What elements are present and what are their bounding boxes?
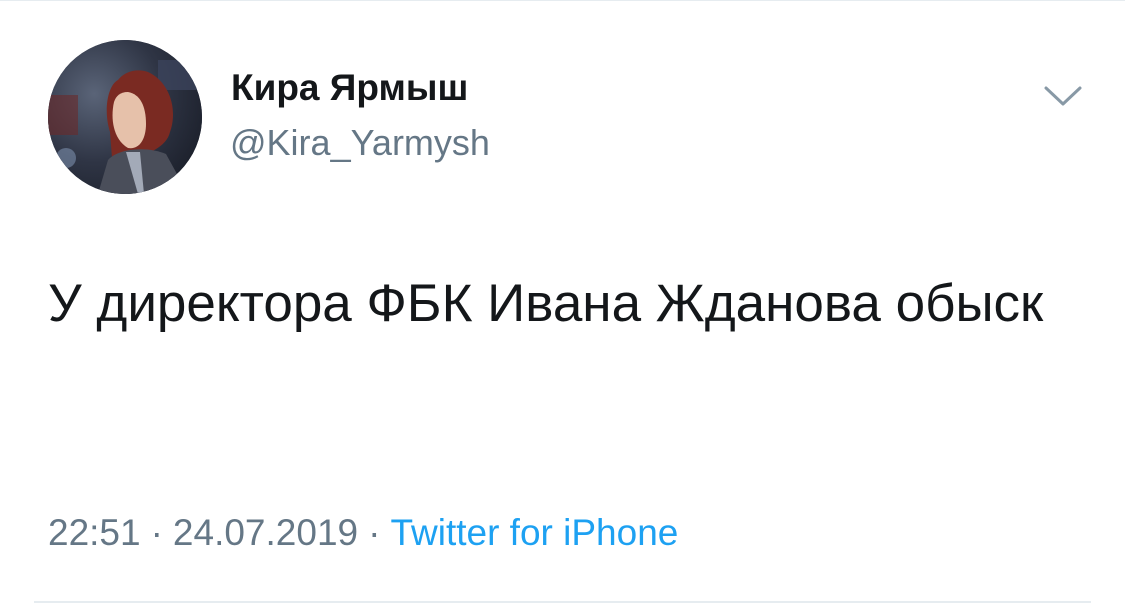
author-display-name[interactable]: Кира Ярмыш [231,66,468,110]
author-handle[interactable]: @Kira_Yarmysh [230,121,490,165]
avatar-photo [48,40,202,194]
avatar[interactable] [48,40,202,194]
meta-separator: · [368,512,381,553]
meta-separator: · [150,512,163,553]
chevron-down-icon [1044,86,1082,106]
tweet-card: Кира Ярмыш @Kira_Yarmysh У директора ФБК… [0,0,1125,604]
tweet-time[interactable]: 22:51 [48,512,141,553]
tweet-text: У директора ФБК Ивана Жданова обыск [48,274,1044,333]
tweet-menu-button[interactable] [1040,80,1086,110]
tweet-date[interactable]: 24.07.2019 [173,512,358,553]
bottom-divider [34,601,1091,603]
tweet-source-link[interactable]: Twitter for iPhone [390,512,678,553]
tweet-meta: 22:51 · 24.07.2019 · Twitter for iPhone [48,508,678,558]
